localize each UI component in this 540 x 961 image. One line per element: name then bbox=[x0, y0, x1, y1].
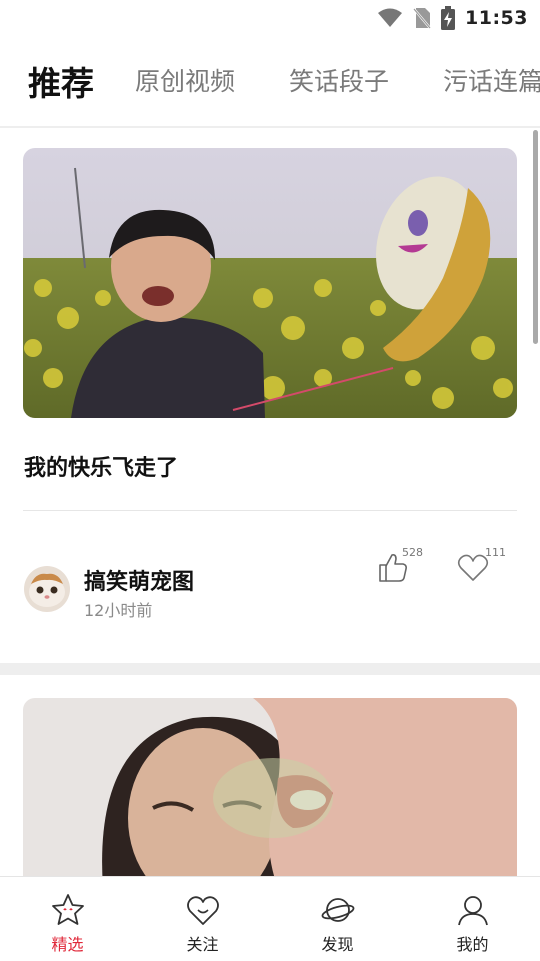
post-image[interactable] bbox=[23, 148, 517, 418]
nav-label-featured: 精选 bbox=[51, 935, 84, 954]
tabs-divider bbox=[0, 126, 540, 128]
scrollbar[interactable] bbox=[533, 130, 538, 344]
nav-label-me: 我的 bbox=[456, 935, 489, 954]
tab-original-video[interactable]: 原创视频 bbox=[135, 62, 235, 98]
author-avatar[interactable] bbox=[24, 566, 70, 612]
post-time: 12小时前 bbox=[84, 601, 153, 620]
post-image[interactable] bbox=[23, 698, 517, 888]
wifi-icon bbox=[378, 8, 403, 27]
heart-icon bbox=[186, 896, 219, 925]
tab-recommend[interactable]: 推荐 bbox=[28, 57, 94, 105]
user-icon bbox=[457, 896, 488, 926]
favorite-count: 111 bbox=[485, 546, 506, 559]
like-count: 528 bbox=[402, 546, 423, 559]
battery-charging-icon bbox=[441, 6, 456, 30]
tab-dirty-jokes[interactable]: 污话连篇 bbox=[443, 62, 540, 98]
card-gap bbox=[0, 663, 540, 675]
status-bar: 11:53 bbox=[0, 0, 540, 36]
bottom-nav: 精选 关注 发现 我的 bbox=[0, 876, 540, 961]
planet-icon bbox=[321, 898, 354, 922]
star-icon bbox=[51, 894, 84, 925]
category-tabs: 推荐 原创视频 笑话段子 污话连篇 bbox=[0, 50, 540, 114]
no-sim-icon bbox=[413, 8, 431, 29]
author-name[interactable]: 搞笑萌宠图 bbox=[84, 564, 194, 596]
nav-label-following: 关注 bbox=[186, 935, 219, 954]
tab-jokes[interactable]: 笑话段子 bbox=[289, 62, 389, 98]
nav-following[interactable]: 关注 bbox=[135, 877, 270, 961]
card-divider bbox=[23, 510, 517, 511]
nav-label-discover: 发现 bbox=[321, 935, 354, 954]
nav-featured[interactable]: 精选 bbox=[0, 877, 135, 961]
status-time: 11:53 bbox=[465, 7, 528, 29]
post-title[interactable]: 我的快乐飞走了 bbox=[24, 450, 178, 482]
nav-discover[interactable]: 发现 bbox=[270, 877, 405, 961]
nav-me[interactable]: 我的 bbox=[405, 877, 540, 961]
status-icons: 11:53 bbox=[377, 4, 528, 32]
